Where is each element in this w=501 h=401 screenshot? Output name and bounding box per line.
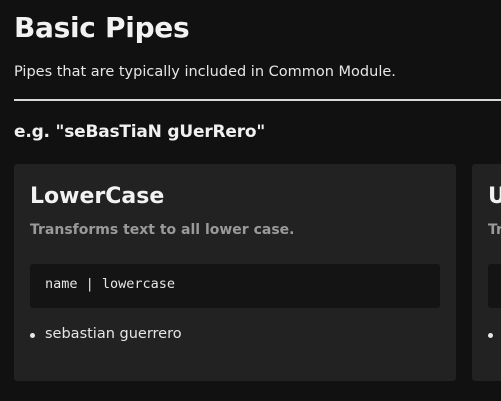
page-title: Basic Pipes <box>14 11 190 44</box>
pipe-card-uppercase: U Tr <box>472 164 501 381</box>
card-title: U <box>488 184 501 209</box>
result-item: sebastian guerrero <box>30 326 182 342</box>
page-subtitle: Pipes that are typically included in Com… <box>14 64 396 80</box>
code-block: name | lowercase <box>30 264 440 308</box>
bullet-icon <box>30 333 35 338</box>
card-title: LowerCase <box>30 184 165 209</box>
card-description: Transforms text to all lower case. <box>30 222 295 238</box>
result-list: sebastian guerrero <box>30 326 182 342</box>
page: Basic Pipes Pipes that are typically inc… <box>0 0 501 401</box>
code-snippet: name | lowercase <box>45 276 176 292</box>
code-block <box>488 264 501 308</box>
result-text: sebastian guerrero <box>45 326 182 342</box>
card-description: Tr <box>488 222 501 238</box>
divider <box>14 99 501 101</box>
example-input: e.g. "seBasTiaN gUerRero" <box>14 122 266 142</box>
pipe-card-lowercase: LowerCase Transforms text to all lower c… <box>14 164 456 381</box>
bullet-icon <box>488 333 493 338</box>
